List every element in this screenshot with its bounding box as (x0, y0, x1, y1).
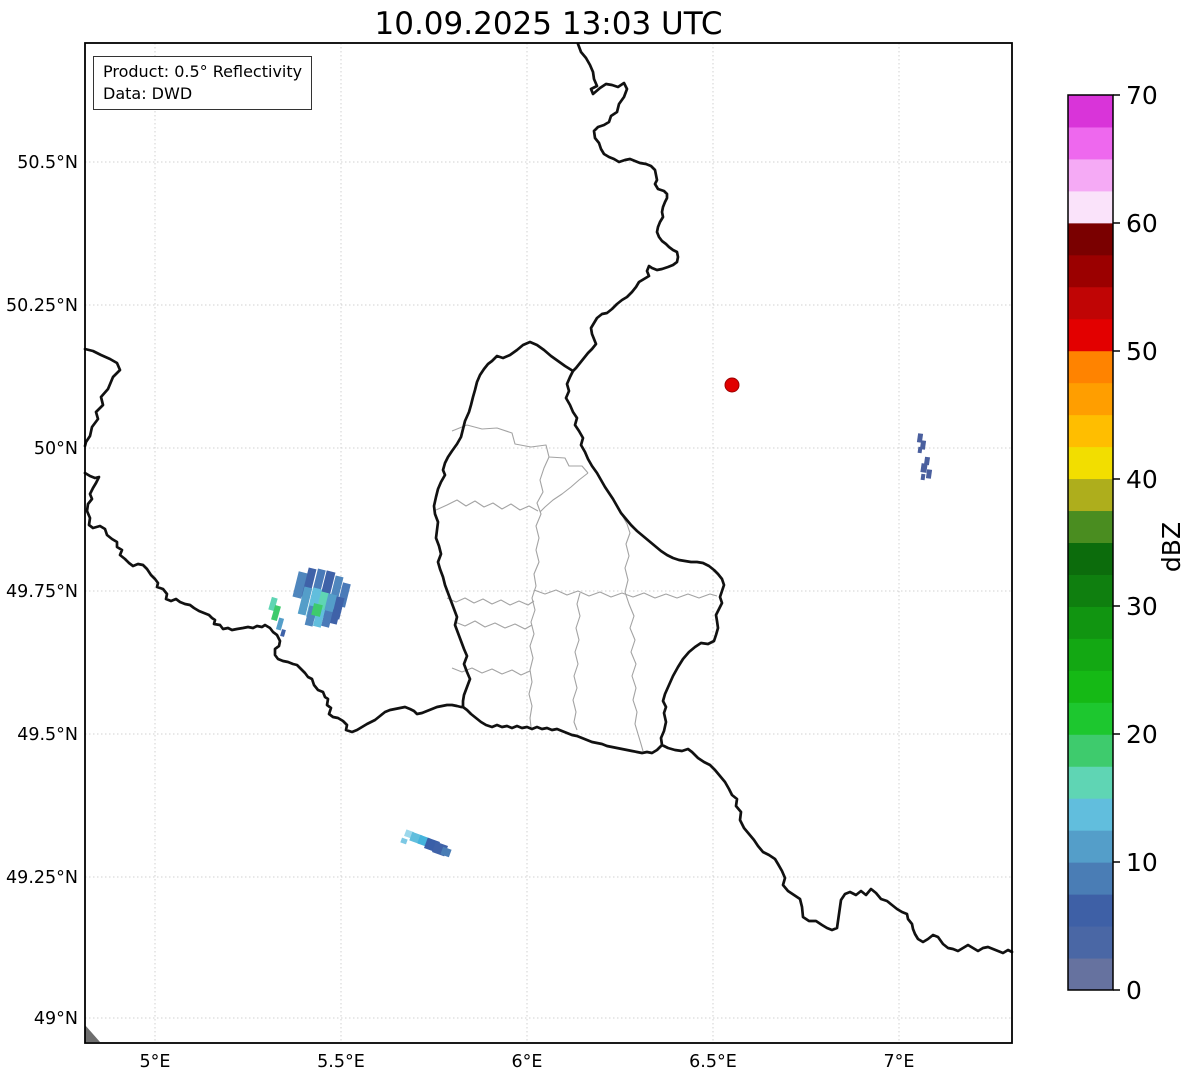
country-borders (83, 42, 1014, 1042)
colorbar-band (1068, 670, 1113, 703)
colorbar-band (1068, 958, 1113, 991)
axes-spines (84, 42, 1013, 1044)
colorbar-band (1068, 222, 1113, 256)
border-corner-patch (85, 1025, 100, 1042)
data-source-label: Data: DWD (103, 83, 193, 103)
radar-map-figure: 10.09.2025 13:03 UTC Product: 0.5° Refle… (0, 0, 1202, 1081)
country-border-path (432, 340, 575, 709)
colorbar-band (1068, 574, 1113, 607)
x-tick-label: 7°E (884, 1052, 915, 1072)
colorbar-band (1068, 926, 1113, 959)
colorbar-tick-label: 0 (1126, 976, 1142, 1005)
colorbar-tick-label: 70 (1126, 81, 1158, 110)
colorbar-band (1068, 542, 1113, 575)
colorbar-tick-label: 20 (1126, 720, 1158, 749)
radar-site-marker (724, 377, 740, 393)
colorbar-band (1068, 798, 1113, 831)
colorbar-tick-label: 30 (1126, 592, 1158, 621)
colorbar-band (1068, 95, 1113, 128)
colorbar-band (1068, 254, 1113, 288)
colorbar-band (1068, 734, 1113, 767)
y-tick-label: 50.25°N (6, 296, 78, 316)
colorbar-band (1068, 606, 1113, 639)
echo-cell (280, 629, 286, 637)
admin-border-path (454, 620, 533, 630)
product-info-box: Product: 0.5° Reflectivity Data: DWD (93, 56, 313, 111)
radar-site-dot (724, 377, 740, 393)
colorbar: 0 10 20 30 40 50 60 70 dBZ (1067, 81, 1186, 1005)
admin-borders (435, 424, 718, 752)
colorbar-band (1068, 766, 1113, 799)
admin-border-path (451, 424, 589, 474)
colorbar-tick-label: 60 (1126, 209, 1158, 238)
colorbar-tick-label: 10 (1126, 848, 1158, 877)
x-tick-label: 5°E (140, 1052, 171, 1072)
axes-frame (84, 42, 1013, 1044)
colorbar-band (1068, 702, 1113, 735)
admin-border-path (624, 591, 644, 752)
admin-border-path (539, 472, 589, 513)
radar-echoes (268, 433, 933, 858)
colorbar-band (1068, 862, 1113, 895)
product-label: Product: 0.5° Reflectivity (103, 62, 303, 81)
colorbar-band (1068, 510, 1113, 543)
colorbar-band (1068, 446, 1113, 480)
colorbar-band (1068, 894, 1113, 927)
echo-cell (920, 473, 926, 481)
y-tick-label: 49.75°N (6, 582, 78, 602)
colorbar-tick-label: 40 (1126, 465, 1158, 494)
admin-border-path (435, 499, 539, 512)
y-tick-label: 49.5°N (17, 725, 78, 745)
admin-border-path (572, 592, 581, 731)
grid-lines (85, 43, 1012, 1043)
country-border-path (461, 705, 664, 755)
colorbar-unit-label: dBZ (1157, 522, 1186, 572)
admin-border-path (446, 597, 535, 606)
colorbar-band (1068, 478, 1113, 512)
map-plot: 5°E 5.5°E 6°E 6.5°E 7°E 50.5°N 50.25°N 50°N 49.… (6, 42, 1186, 1072)
x-tick-label: 5.5°E (317, 1052, 365, 1072)
colorbar-band (1068, 286, 1113, 320)
colorbar-tick-label: 50 (1126, 337, 1158, 366)
y-tick-label: 50°N (34, 439, 78, 459)
colorbar-band (1068, 318, 1113, 352)
echo-cell (400, 837, 408, 845)
country-border-path (564, 42, 1014, 955)
colorbar-band (1068, 126, 1113, 160)
echo-cell (917, 446, 923, 454)
colorbar-band (1068, 638, 1113, 671)
y-tick-label: 50.5°N (17, 153, 78, 173)
x-tick-label: 6°E (512, 1052, 543, 1072)
admin-border-path (451, 667, 531, 676)
colorbar-band (1068, 414, 1113, 448)
colorbar-band (1068, 830, 1113, 863)
x-tick-label: 6.5°E (689, 1052, 737, 1072)
colorbar-band (1068, 382, 1113, 416)
colorbar-band (1068, 158, 1113, 192)
echo-cell (925, 469, 933, 479)
admin-border-path (616, 505, 631, 593)
y-axis-labels: 50.5°N 50.25°N 50°N 49.75°N 49.5°N 49.25°N 49°… (6, 153, 78, 1029)
echo-cell (920, 463, 928, 473)
colorbar-band (1068, 350, 1113, 384)
country-border-path (83, 347, 122, 448)
y-tick-label: 49°N (34, 1009, 78, 1029)
y-tick-label: 49.25°N (6, 868, 78, 888)
colorbar-band (1068, 190, 1113, 224)
x-axis-labels: 5°E 5.5°E 6°E 6.5°E 7°E (140, 1052, 915, 1072)
